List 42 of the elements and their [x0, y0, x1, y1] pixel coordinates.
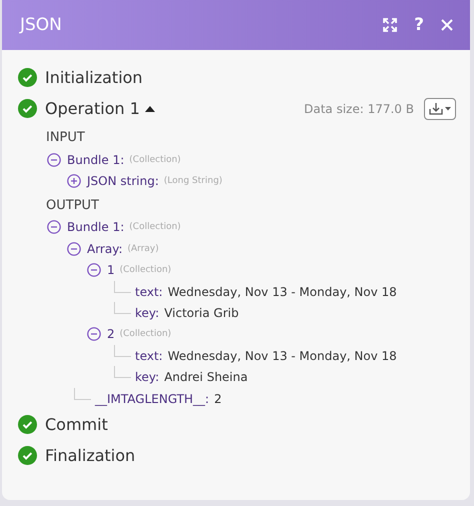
field-key: key: [135, 306, 160, 320]
collapse-icon[interactable] [47, 220, 61, 234]
node-type: (Long String) [164, 176, 222, 186]
caret-icon[interactable] [144, 105, 155, 112]
node-label[interactable]: JSON string: [87, 174, 159, 188]
field-value: Andrei Sheina [164, 370, 248, 384]
step-label[interactable]: Commit [45, 415, 108, 434]
expand-icon[interactable] [67, 174, 81, 188]
collapse-icon[interactable] [87, 327, 101, 342]
fullscreen-icon[interactable] [382, 17, 398, 33]
collapse-icon[interactable] [67, 242, 81, 256]
download-icon [428, 102, 452, 116]
section-heading: INPUT [46, 129, 86, 147]
node-label[interactable]: Array: [87, 242, 122, 256]
field-key: text: [135, 284, 163, 299]
field-key: key: [135, 370, 160, 384]
data-size: Data size: 177.0 B [304, 102, 414, 116]
step-label[interactable]: Operation 1 [45, 99, 140, 118]
field-value: Wednesday, Nov 13 - Monday, Nov 18 [168, 348, 397, 363]
window-title: JSON [20, 15, 63, 35]
collapse-icon[interactable] [87, 263, 101, 278]
node-type: (Array) [128, 244, 159, 254]
download-button[interactable] [424, 98, 456, 120]
node-label[interactable]: Bundle 1: [67, 152, 124, 167]
node-label[interactable]: 2 [107, 327, 115, 342]
field-value: Victoria Grib [164, 306, 239, 320]
node-type: (Collection) [129, 154, 181, 165]
field-key: __IMTAGLENGTH__: [95, 392, 210, 406]
field-value: Wednesday, Nov 13 - Monday, Nov 18 [168, 284, 397, 299]
section-heading: OUTPUT [46, 196, 100, 215]
field-value: 2 [214, 392, 222, 406]
step-label[interactable]: Finalization [45, 446, 136, 466]
help-button[interactable]: ? [414, 15, 424, 35]
close-icon[interactable] [440, 18, 454, 32]
node-type: (Collection) [120, 265, 172, 276]
node-type: (Collection) [120, 329, 172, 340]
node-label[interactable]: Bundle 1: [67, 220, 124, 234]
node-type: (Collection) [129, 222, 181, 232]
node-label[interactable]: 1 [107, 263, 115, 278]
field-key: text: [135, 348, 163, 363]
collapse-icon[interactable] [47, 152, 61, 167]
step-label[interactable]: Initialization [45, 68, 143, 87]
